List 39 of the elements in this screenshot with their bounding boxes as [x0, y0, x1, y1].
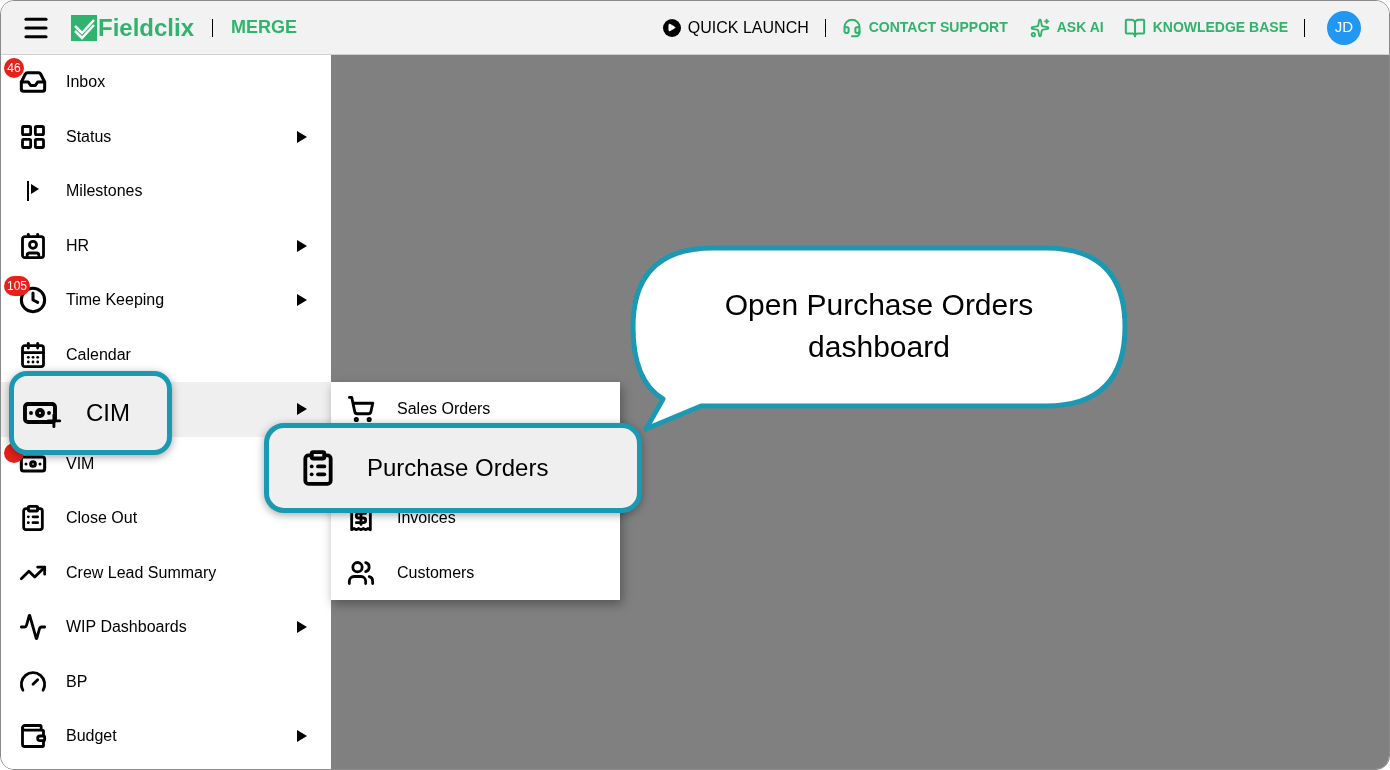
sidebar-item[interactable]: WIP Dashboards [1, 600, 331, 655]
calendar-icon [18, 340, 48, 369]
sidebar-item[interactable]: Budget [1, 709, 331, 764]
trend-chart-icon [18, 613, 48, 642]
count-badge: 46 [4, 58, 24, 78]
headset-icon [841, 17, 862, 38]
sidebar-item[interactable]: Milestones [1, 164, 331, 219]
sparkles-icon [1029, 17, 1050, 38]
zoomed-label: CIM [86, 398, 130, 428]
zoomed-label: Purchase Orders [367, 452, 549, 483]
callout-text: Open Purchase Orders dashboard [723, 287, 1035, 365]
caret-icon [297, 239, 307, 252]
sidebar-item[interactable]: Status [1, 109, 331, 164]
sidebar-item[interactable]: BP [1, 654, 331, 709]
sidebar-item[interactable]: Close Out [1, 491, 331, 546]
book-icon [1123, 16, 1146, 39]
app-name: Fieldclix [98, 12, 195, 43]
sidebar-item[interactable]: Calendar [1, 327, 331, 382]
sidebar-item[interactable]: 105 Time Keeping [1, 273, 331, 328]
caret-icon [297, 130, 307, 143]
sidebar-item[interactable]: HR [1, 218, 331, 273]
wallet-icon [18, 722, 48, 751]
caret-icon [297, 403, 307, 416]
count-badge: 105 [4, 276, 31, 296]
id-badge-icon [18, 231, 48, 260]
sidebar-item[interactable]: 46 Inbox [1, 55, 331, 110]
play-icon [662, 18, 681, 37]
grid-icon [18, 122, 48, 151]
caret-icon [297, 294, 307, 307]
logo-icon [71, 14, 97, 41]
cart-icon [347, 395, 375, 424]
sidebar-item[interactable]: Crew Lead Summary [1, 545, 331, 600]
module-name: MERGE [231, 16, 298, 39]
header-link[interactable]: QUICK LAUNCH [662, 15, 809, 40]
caret-icon [297, 730, 307, 743]
caret-icon [297, 621, 307, 634]
people-icon [347, 558, 375, 587]
submenu-item[interactable]: Customers [331, 545, 620, 600]
sidebar-item[interactable]: VIM [1, 436, 331, 491]
